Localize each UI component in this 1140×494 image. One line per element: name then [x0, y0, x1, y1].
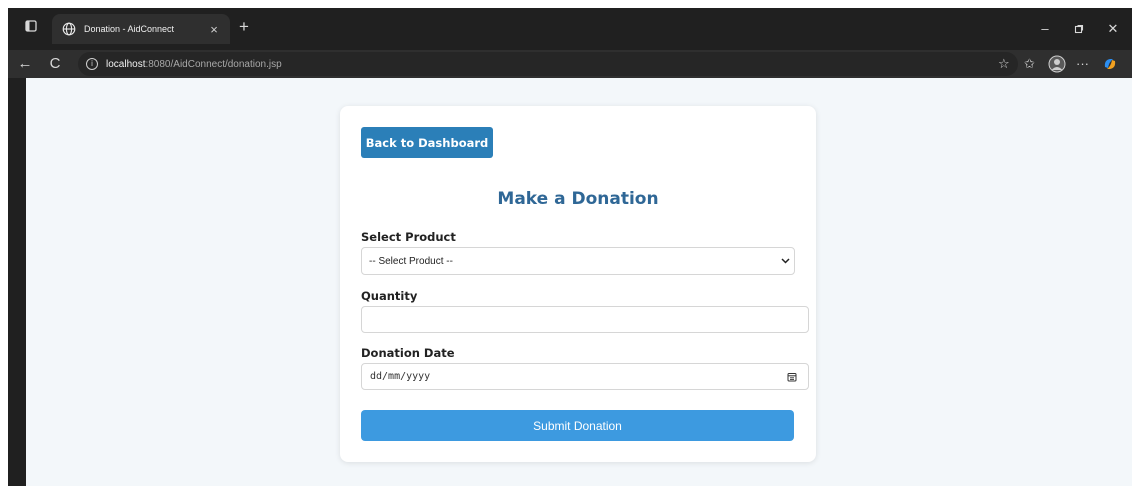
- info-icon[interactable]: i: [86, 58, 98, 70]
- favorites-icon[interactable]: ✩: [1024, 54, 1035, 74]
- url-path: :8080/AidConnect/donation.jsp: [145, 58, 282, 70]
- maximize-button[interactable]: [1067, 17, 1091, 41]
- donation-date-input[interactable]: dd/mm/yyyy: [361, 363, 809, 390]
- tab-close-icon[interactable]: ×: [204, 22, 224, 37]
- reload-icon[interactable]: C: [44, 54, 66, 74]
- product-select[interactable]: -- Select Product --: [361, 247, 795, 275]
- quantity-label: Quantity: [361, 289, 418, 303]
- quantity-input[interactable]: [361, 306, 809, 333]
- chevron-down-icon: [776, 256, 794, 267]
- navigation-bar: ← C i localhost:8080/AidConnect/donation…: [8, 50, 1132, 78]
- back-arrow-icon[interactable]: ←: [14, 54, 36, 74]
- product-label: Select Product: [361, 230, 456, 244]
- product-select-value: -- Select Product --: [369, 255, 453, 267]
- address-bar[interactable]: i localhost:8080/AidConnect/donation.jsp: [78, 52, 1018, 76]
- page-title: Make a Donation: [497, 189, 659, 209]
- page-viewport: Back to Dashboard Make a Donation Select…: [26, 78, 1132, 486]
- submit-donation-button[interactable]: Submit Donation: [361, 410, 794, 441]
- calendar-icon[interactable]: [782, 372, 802, 382]
- tab-donation[interactable]: Donation - AidConnect ×: [52, 14, 230, 44]
- copilot-icon[interactable]: [1102, 54, 1118, 74]
- new-tab-button[interactable]: +: [234, 17, 254, 37]
- back-to-dashboard-button[interactable]: Back to Dashboard: [361, 127, 493, 158]
- url-host: localhost: [106, 58, 146, 70]
- donation-date-label: Donation Date: [361, 346, 455, 360]
- date-placeholder: dd/mm/yyyy: [370, 371, 431, 382]
- globe-icon: [62, 22, 76, 36]
- favorite-star-icon[interactable]: ☆: [998, 54, 1010, 74]
- browser-window: Donation - AidConnect × + – ✕ ← C i loca…: [8, 8, 1132, 486]
- donation-card: Back to Dashboard Make a Donation Select…: [340, 106, 816, 462]
- tab-strip: Donation - AidConnect × + – ✕: [8, 8, 1132, 50]
- close-window-button[interactable]: ✕: [1101, 17, 1125, 41]
- tab-actions-icon[interactable]: [22, 17, 40, 35]
- tab-title: Donation - AidConnect: [84, 24, 175, 34]
- more-menu-icon[interactable]: ···: [1076, 54, 1089, 74]
- minimize-button[interactable]: –: [1033, 17, 1057, 41]
- profile-avatar[interactable]: [1048, 54, 1066, 74]
